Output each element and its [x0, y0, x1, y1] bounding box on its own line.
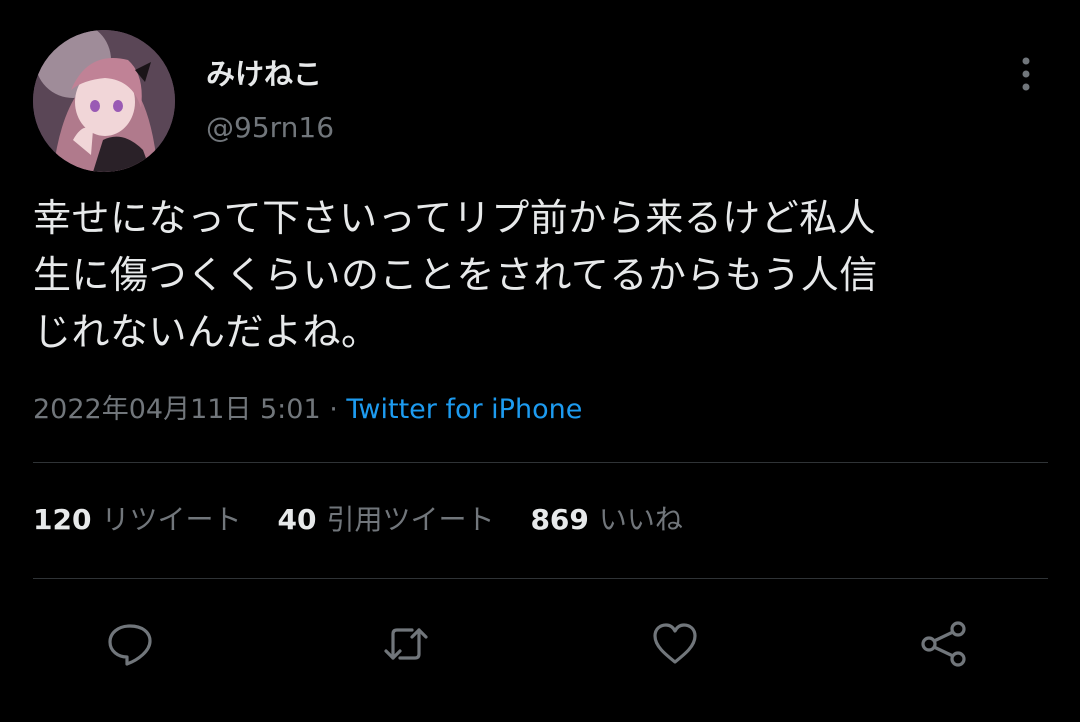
stat-label: リツイート [101, 503, 242, 536]
stat-count: 40 [277, 503, 317, 536]
retweet-icon [384, 628, 428, 660]
source-link[interactable]: Twitter for iPhone [346, 394, 582, 425]
stat-label: いいね [598, 503, 683, 536]
tweet-text-line: じれないんだよね。 [33, 310, 380, 354]
avatar-illustration-icon [33, 30, 175, 172]
engagement-stats: 120 リツイート 40 引用ツイート 869 いいね [33, 500, 719, 540]
tweet-meta: 2022年04月11日 5:01 · Twitter for iPhone [33, 390, 582, 430]
like-button[interactable] [649, 618, 701, 670]
timestamp[interactable]: 2022年04月11日 5:01 [33, 394, 321, 425]
display-name[interactable]: みけねこ [206, 56, 322, 92]
divider [33, 462, 1048, 463]
stat-quote-tweets[interactable]: 40 引用ツイート [277, 500, 494, 540]
tweet-text-line: 生に傷つくくらいのことをされてるからもう人信 [33, 253, 878, 297]
avatar[interactable] [33, 30, 175, 172]
stat-count: 869 [530, 503, 589, 536]
like-icon [653, 623, 697, 664]
tweet-text: 幸せになって下さいってリプ前から来るけど私人 生に傷つくくらいのことをされてるか… [33, 190, 1053, 361]
tweet-detail: みけねこ @95rn16 幸せになって下さいってリプ前から来るけど私人 生に傷つ… [0, 0, 1080, 722]
stat-label: 引用ツイート [326, 503, 495, 536]
share-icon [921, 621, 966, 667]
stat-count: 120 [33, 503, 92, 536]
stat-likes[interactable]: 869 いいね [530, 500, 682, 540]
tweet-text-line: 幸せになって下さいってリプ前から来るけど私人 [33, 196, 877, 240]
share-button[interactable] [918, 618, 970, 670]
more-options-icon[interactable] [1012, 52, 1040, 96]
user-handle[interactable]: @95rn16 [206, 110, 334, 146]
stat-retweets[interactable]: 120 リツイート [33, 500, 241, 540]
divider [33, 578, 1048, 579]
reply-button[interactable] [104, 618, 156, 670]
meta-separator: · [320, 394, 347, 425]
reply-icon [108, 624, 152, 666]
retweet-button[interactable] [380, 618, 432, 670]
